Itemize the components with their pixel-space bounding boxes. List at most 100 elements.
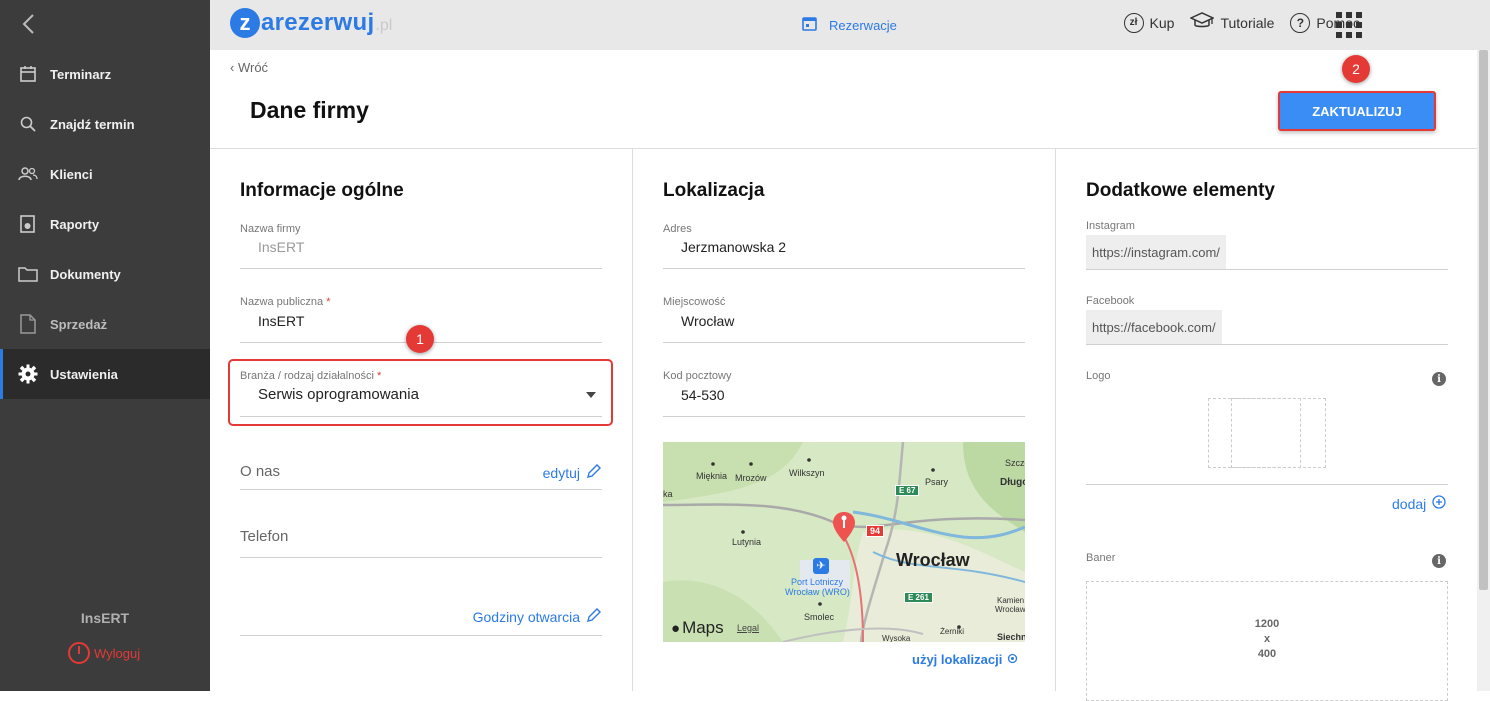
sidebar-item-sprzedaz[interactable]: Sprzedaż [0, 299, 210, 349]
hours-field: Godziny otwarcia [240, 600, 602, 636]
document-icon [18, 314, 38, 334]
facebook-label: Facebook [1086, 295, 1135, 307]
industry-value: Serwis oprogramowania [258, 386, 419, 403]
banner-width: 1200 [1254, 618, 1280, 630]
opening-hours-link[interactable]: Godziny otwarcia [473, 607, 602, 626]
sidebar-item-dokumenty[interactable]: Dokumenty [0, 249, 210, 299]
sidebar-item-klienci[interactable]: Klienci [0, 149, 210, 199]
sidebar-item-label: Ustawienia [50, 366, 118, 382]
map-place-label: Długo [1000, 477, 1025, 488]
annotation-badge-1: 1 [406, 325, 434, 353]
sidebar-item-label: Klienci [50, 166, 93, 182]
maps-brand-label: Maps [682, 618, 724, 637]
map-road-sign: E 67 [895, 485, 920, 496]
chevron-down-icon [586, 392, 596, 398]
column-divider [632, 149, 633, 691]
postal-label: Kod pocztowy [663, 370, 732, 382]
city-field[interactable]: Miejscowość Wrocław [663, 295, 1025, 343]
address-field[interactable]: Adres Jerzmanowska 2 [663, 222, 1025, 269]
map-place-label: Wrocław [995, 605, 1025, 614]
tutorials-link[interactable]: Tutoriale [1189, 12, 1274, 33]
map-place-label: Wysoka [882, 634, 911, 642]
logo-preview-frame [1231, 398, 1301, 468]
about-field: O nas edytuj [240, 455, 602, 490]
instagram-field[interactable]: Instagram https://instagram.com/ [1086, 219, 1448, 270]
sidebar-item-znajdz-termin[interactable]: Znajdź termin [0, 99, 210, 149]
map-place-label: Żerniki [940, 627, 965, 636]
sidebar-item-label: Znajdź termin [50, 116, 135, 132]
facebook-prefix: https://facebook.com/ [1086, 310, 1222, 344]
update-button[interactable]: ZAKTUALIZUJ [1278, 91, 1436, 131]
info-icon[interactable]: i [1432, 554, 1446, 568]
edit-about-link[interactable]: edytuj [543, 463, 602, 482]
sidebar-item-raporty[interactable]: Raporty [0, 199, 210, 249]
company-name-value: InsERT [258, 239, 305, 255]
banner-size: 1200 x 400 [1236, 617, 1298, 662]
apps-grid-icon[interactable] [1336, 12, 1362, 38]
calendar-icon [802, 16, 817, 34]
logo-label: Logo [1086, 370, 1111, 382]
sidebar-item-label: Sprzedaż [50, 316, 108, 332]
industry-select[interactable]: Branża / rodzaj działalności * Serwis op… [240, 369, 602, 417]
gear-icon [18, 364, 38, 384]
company-name-label: Nazwa firmy [240, 223, 301, 235]
instagram-label: Instagram [1086, 220, 1135, 232]
general-section-title: Informacje ogólne [240, 180, 404, 201]
sidebar-item-ustawienia[interactable]: Ustawienia [0, 349, 210, 399]
banner-label: Baner [1086, 552, 1116, 564]
back-link[interactable]: ‹ Wróć [230, 60, 268, 75]
logo-mark: z [230, 8, 260, 38]
pencil-icon [586, 463, 602, 482]
sidebar: Terminarz Znajdź termin Klienci Raporty … [0, 0, 210, 691]
airport-icon: ✈ [813, 558, 829, 574]
topbar: z arezerwuj .pl Rezerwacje zł Kup Tutori… [210, 0, 1490, 50]
facebook-field[interactable]: Facebook https://facebook.com/ [1086, 294, 1448, 345]
map-airport-label: Wrocław (WRO) [785, 587, 850, 597]
buy-link[interactable]: zł Kup [1123, 12, 1174, 33]
banner-height: 400 [1257, 648, 1277, 660]
logo-suffix: .pl [375, 17, 393, 34]
info-icon[interactable]: i [1432, 372, 1446, 386]
app-logo[interactable]: z arezerwuj .pl [230, 8, 392, 38]
map-place-label: Siechn [997, 632, 1025, 642]
map-place-label: Mrozów [735, 473, 767, 483]
map-place-label: Psary [925, 477, 949, 487]
maps-brand: ● Maps [671, 618, 724, 638]
address-value: Jerzmanowska 2 [681, 239, 787, 255]
power-icon [68, 642, 90, 664]
reservations-link[interactable]: Rezerwacje [802, 16, 897, 34]
map-airport-label: Port Lotniczy [791, 577, 844, 587]
reservations-label: Rezerwacje [829, 17, 897, 33]
company-name-field: Nazwa firmy InsERT [240, 222, 602, 269]
location-section-title: Lokalizacja [663, 180, 765, 201]
collapse-sidebar-icon[interactable] [18, 12, 42, 36]
use-location-link[interactable]: użyj lokalizacji [912, 652, 1018, 667]
search-icon [18, 114, 38, 134]
logout-label: Wyloguj [94, 645, 141, 661]
help-icon: ? [1290, 12, 1311, 33]
account-name: InsERT [80, 610, 130, 626]
map-place-label: Mięknia [696, 471, 728, 481]
add-logo-link[interactable]: dodaj [1392, 495, 1446, 512]
logout-button[interactable]: Wyloguj [68, 642, 140, 664]
calendar-icon [18, 64, 38, 84]
map-road-sign: 94 [866, 525, 885, 537]
phone-field[interactable]: Telefon [240, 522, 602, 558]
vertical-scrollbar[interactable] [1477, 50, 1490, 691]
legal-link[interactable]: Legal [737, 623, 759, 633]
scrollbar-thumb[interactable] [1479, 50, 1488, 590]
map-pin-icon [832, 512, 856, 547]
postal-code-field[interactable]: Kod pocztowy 54-530 [663, 369, 1025, 417]
map-road-sign: E 261 [904, 592, 933, 603]
edit-label: edytuj [542, 464, 580, 481]
map-place-label: ka [663, 489, 673, 499]
header-divider [210, 148, 1477, 149]
folder-icon [18, 264, 38, 284]
sidebar-item-terminarz[interactable]: Terminarz [0, 49, 210, 99]
column-divider [1055, 149, 1056, 691]
graduation-cap-icon [1189, 12, 1216, 33]
public-name-value: InsERT [258, 313, 305, 329]
location-map[interactable]: ka Mięknia Mrozów Wilkszyn Psary Długo S… [663, 442, 1025, 642]
apple-logo-icon: ● [671, 619, 681, 637]
phone-label: Telefon [240, 528, 289, 545]
